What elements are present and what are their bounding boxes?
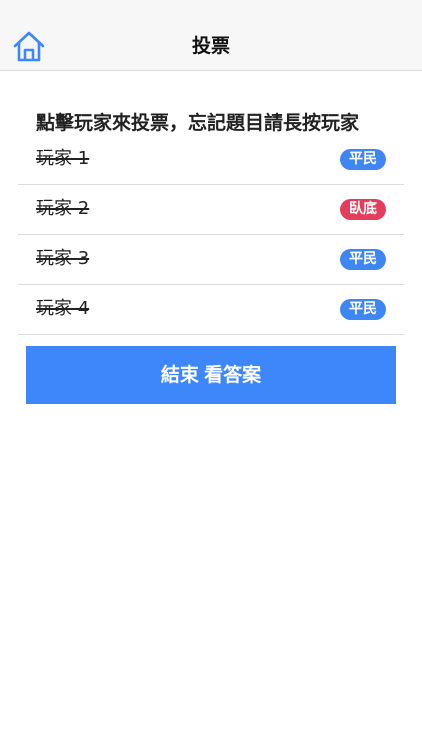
- role-badge: 平民: [340, 299, 386, 320]
- player-row-3[interactable]: 玩家 3 平民: [18, 235, 404, 285]
- role-badge: 平民: [340, 249, 386, 270]
- end-show-answer-button[interactable]: 結束 看答案: [26, 346, 396, 404]
- player-name: 玩家 1: [36, 148, 90, 169]
- role-badge: 平民: [340, 149, 386, 170]
- player-name: 玩家 4: [36, 298, 90, 319]
- player-row-1[interactable]: 玩家 1 平民: [18, 135, 404, 185]
- player-name: 玩家 3: [36, 248, 90, 269]
- page-title: 投票: [191, 35, 230, 57]
- player-list: 玩家 1 平民 玩家 2 臥底 玩家 3 平民 玩家 4 平民: [18, 135, 404, 335]
- role-badge: 臥底: [340, 199, 386, 220]
- player-row-2[interactable]: 玩家 2 臥底: [18, 185, 404, 235]
- navigation-bar: 投票: [0, 0, 422, 71]
- player-row-4[interactable]: 玩家 4 平民: [18, 285, 404, 335]
- app-screen: 投票 點擊玩家來投票，忘記題目請長按玩家 玩家 1 平民 玩家 2 臥底 玩家 …: [0, 0, 422, 750]
- player-name: 玩家 2: [36, 198, 90, 219]
- vote-instruction: 點擊玩家來投票，忘記題目請長按玩家: [36, 112, 360, 134]
